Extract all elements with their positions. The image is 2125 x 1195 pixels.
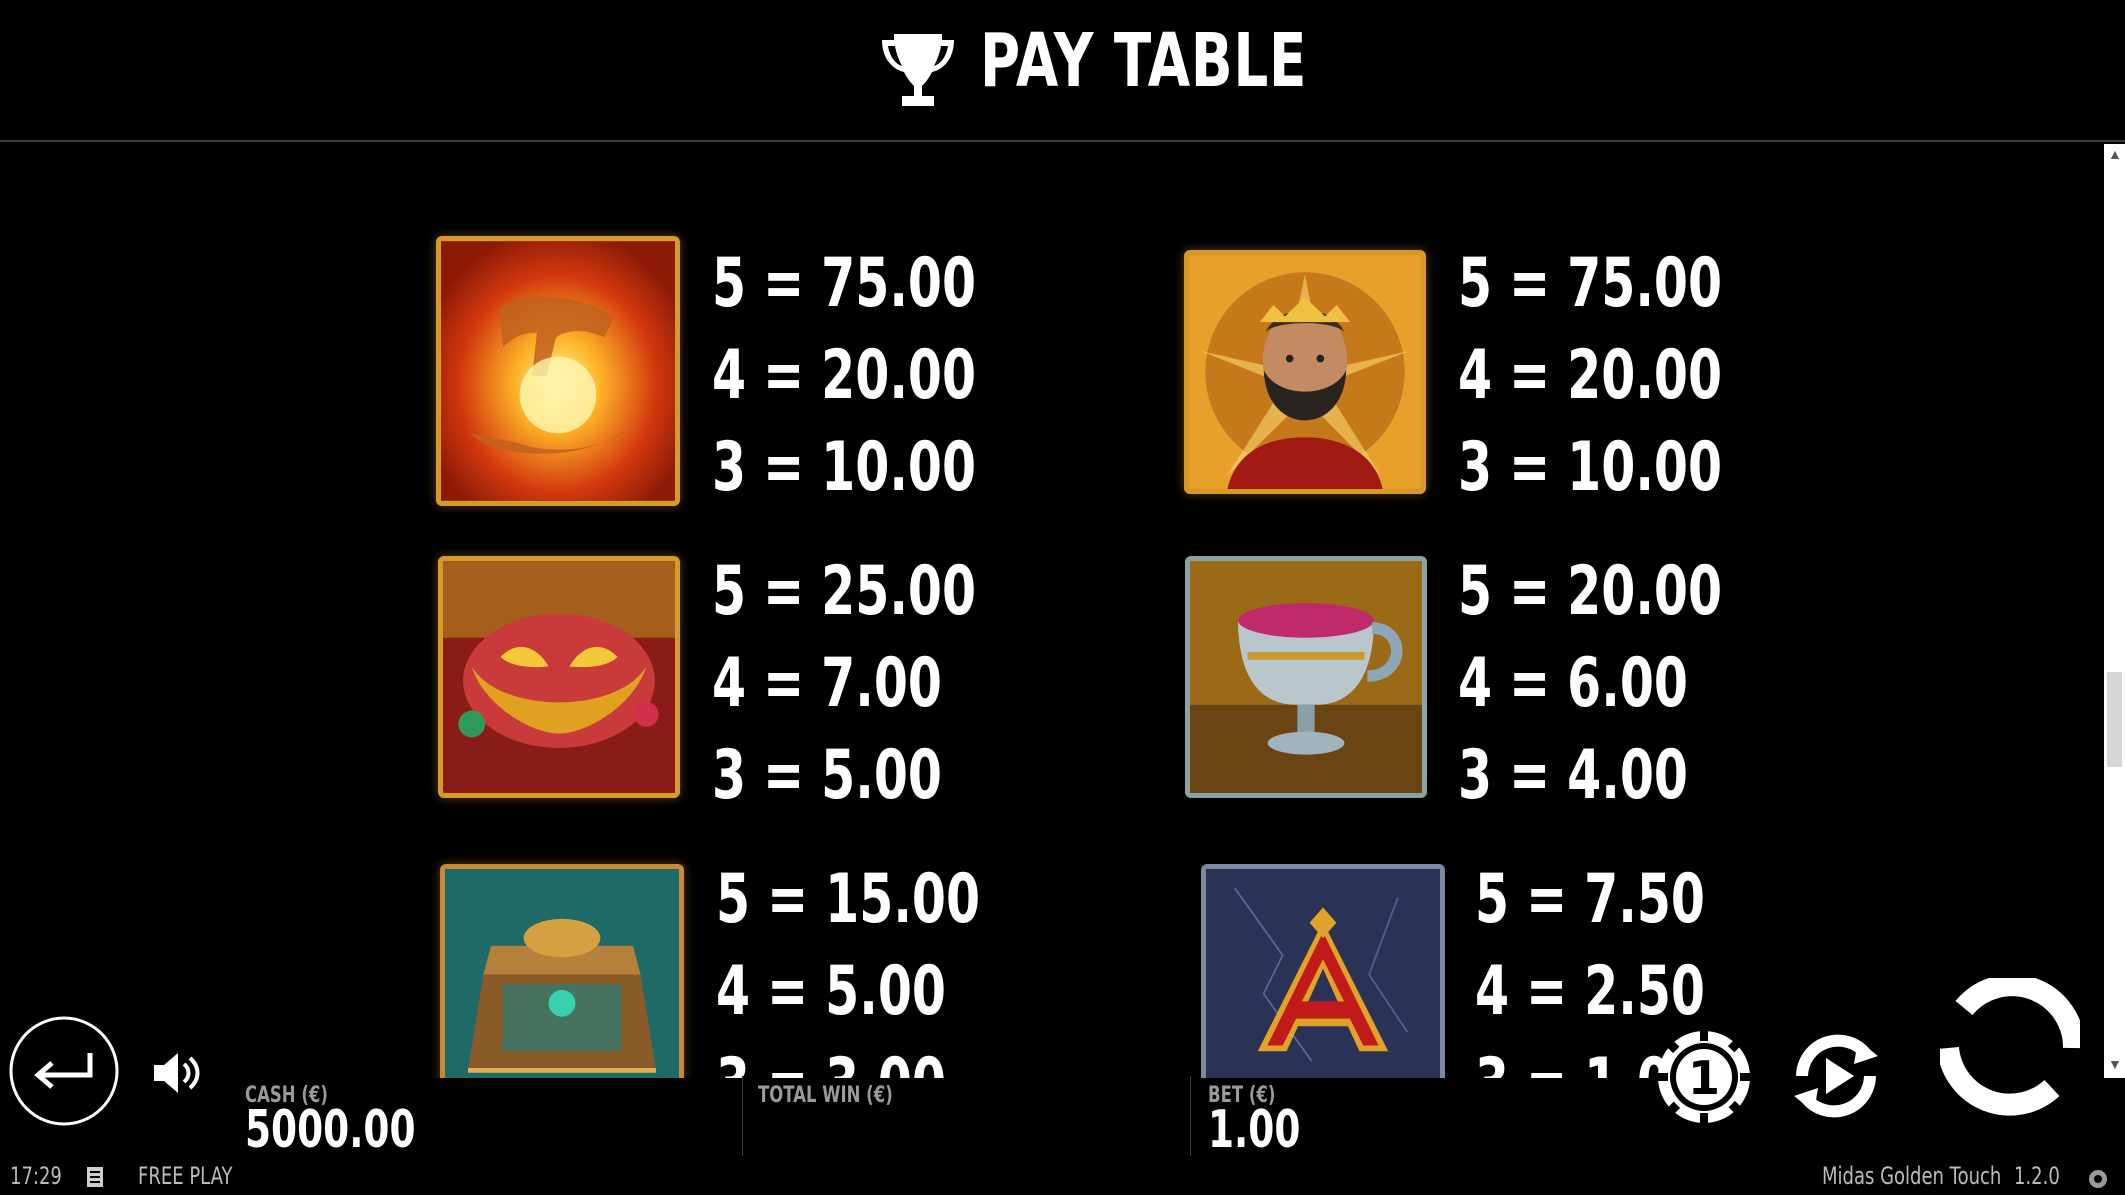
paytable-chest: 5 = 15.00 4 = 5.00 3 = 3.00	[716, 854, 1083, 1078]
paytable-king: 5 = 75.00 4 = 20.00 3 = 10.00	[1458, 238, 1825, 514]
scrollbar-thumb[interactable]	[2107, 672, 2122, 767]
back-icon	[9, 1016, 119, 1126]
coin-value: 1	[1688, 1051, 1720, 1105]
symbol-chest	[440, 864, 684, 1078]
autoplay-icon	[1794, 1034, 1878, 1118]
payout-5-of-kind: 5 = 20.00	[1458, 552, 1723, 631]
total-win-label: TOTAL WIN (€)	[758, 1083, 893, 1108]
payout-4-of-kind: 4 = 20.00	[712, 336, 977, 415]
header: PAY TABLE	[0, 0, 2125, 142]
payout-4-of-kind: 4 = 5.00	[716, 952, 946, 1031]
symbol-letter-a	[1201, 864, 1445, 1078]
coin-icon: 1	[1658, 1031, 1750, 1123]
payout-5-of-kind: 5 = 75.00	[1458, 244, 1723, 323]
paytable-wreath: 5 = 25.00 4 = 7.00 3 = 5.00	[712, 546, 1079, 822]
king-symbol-art	[1189, 255, 1421, 489]
payout-5-of-kind: 5 = 7.50	[1475, 860, 1705, 939]
trophy-icon	[882, 34, 954, 106]
coin-button[interactable]: 1	[1655, 1028, 1753, 1126]
symbol-king	[1184, 250, 1426, 494]
paytable-scroll-area[interactable]: 5 = 75.00 4 = 20.00 3 = 10.00 5 = 75.00 …	[0, 144, 2102, 1078]
payout-3-of-kind: 3 = 3.00	[716, 1038, 980, 1078]
play-mode: FREE PLAY	[138, 1162, 233, 1190]
speaker-icon	[154, 1053, 200, 1093]
letter-a-symbol-art	[1206, 869, 1440, 1078]
history-button[interactable]	[86, 1166, 104, 1188]
cash-value: 5000.00	[245, 1100, 416, 1160]
divider	[742, 1076, 743, 1156]
paytable-chalice: 5 = 20.00 4 = 6.00 3 = 4.00	[1458, 546, 1825, 822]
payout-5-of-kind: 5 = 75.00	[712, 244, 977, 323]
divider	[1190, 1076, 1191, 1156]
symbol-chalice	[1185, 556, 1427, 798]
settings-icon	[2089, 1170, 2107, 1188]
autoplay-button[interactable]	[1788, 1026, 1884, 1126]
bet-value: 1.00	[1208, 1100, 1301, 1160]
chalice-symbol-art	[1190, 561, 1422, 793]
payout-3-of-kind: 3 = 10.00	[712, 428, 977, 507]
version: 1.2.0	[2014, 1162, 2060, 1190]
payout-3-of-kind: 3 = 4.00	[1458, 736, 1688, 815]
payout-4-of-kind: 4 = 6.00	[1458, 644, 1688, 723]
game-name: Midas Golden Touch	[1822, 1162, 2002, 1190]
payout-5-of-kind: 5 = 25.00	[712, 552, 977, 631]
scroll-down-arrow-icon[interactable]: ▼	[2108, 1057, 2122, 1071]
symbol-hand	[436, 236, 680, 506]
payout-3-of-kind: 3 = 10.00	[1458, 428, 1723, 507]
chest-symbol-art	[445, 869, 679, 1078]
page-title: PAY TABLE	[980, 18, 1308, 104]
sound-button[interactable]	[150, 1050, 202, 1096]
payout-4-of-kind: 4 = 2.50	[1475, 952, 1705, 1031]
settings-button[interactable]	[2086, 1168, 2110, 1190]
back-button[interactable]	[8, 1015, 120, 1127]
wreath-symbol-art	[443, 561, 675, 793]
history-icon	[87, 1167, 103, 1187]
scroll-up-arrow-icon[interactable]: ▲	[2108, 147, 2122, 161]
payout-4-of-kind: 4 = 7.00	[712, 644, 942, 723]
spin-button[interactable]	[1937, 974, 2086, 1116]
hand-symbol-art	[441, 241, 675, 501]
paytable-hand: 5 = 75.00 4 = 20.00 3 = 10.00	[712, 238, 1079, 514]
symbol-wreath	[438, 556, 680, 798]
payout-5-of-kind: 5 = 15.00	[716, 860, 981, 939]
payout-4-of-kind: 4 = 20.00	[1458, 336, 1723, 415]
spin-icon	[1937, 974, 2086, 1116]
scrollbar[interactable]: ▲ ▼	[2104, 144, 2125, 1078]
payout-3-of-kind: 3 = 5.00	[712, 736, 942, 815]
clock: 17:29	[10, 1162, 62, 1190]
